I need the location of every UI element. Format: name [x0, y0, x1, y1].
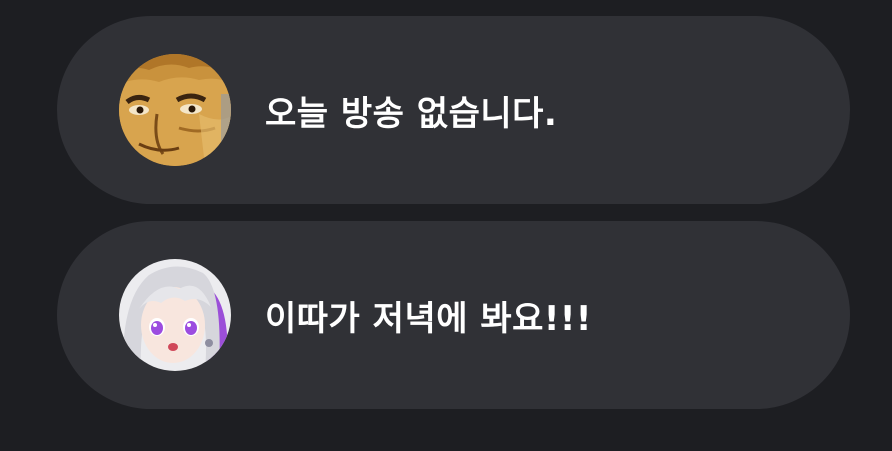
user-avatar[interactable]: [119, 54, 231, 166]
message-bubble[interactable]: 이따가 저녁에 봐요!!!: [57, 221, 850, 409]
anime-girl-avatar-icon: [119, 259, 231, 371]
message-bubble[interactable]: 오늘 방송 없습니다.: [57, 16, 850, 204]
message-text: 이따가 저녁에 봐요!!!: [265, 298, 592, 339]
chat-screen: 오늘 방송 없습니다. 이따가 저녁에 봐요!!!: [0, 0, 892, 451]
user-avatar[interactable]: [119, 259, 231, 371]
man-face-avatar-icon: [119, 54, 231, 166]
message-text: 오늘 방송 없습니다.: [265, 93, 558, 134]
